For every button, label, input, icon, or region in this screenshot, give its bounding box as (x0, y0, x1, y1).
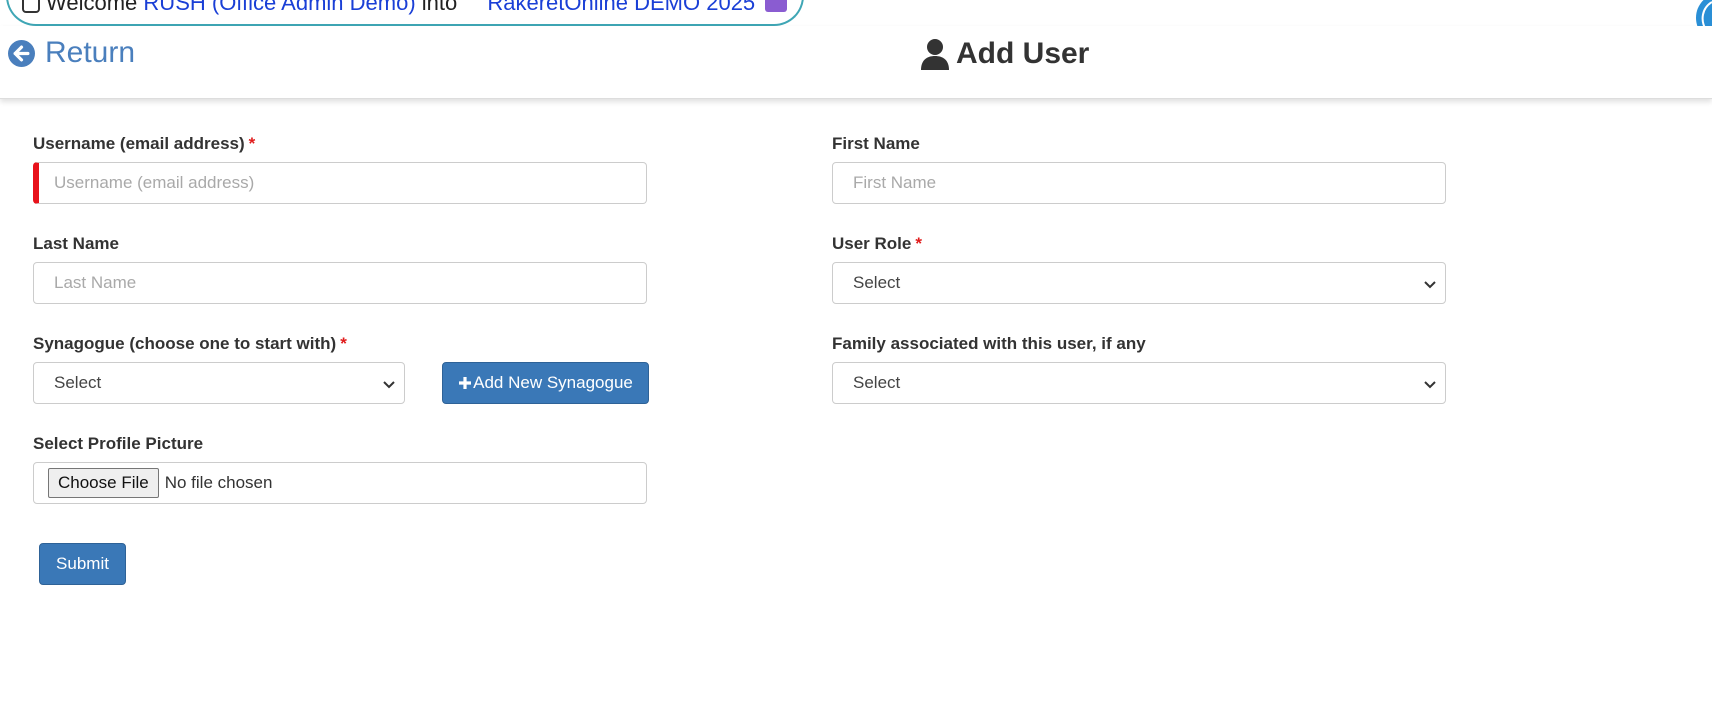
choose-file-button[interactable]: Choose File (48, 468, 159, 498)
last-name-label: Last Name (33, 234, 119, 254)
required-marker: * (248, 134, 256, 153)
user-icon (921, 39, 949, 70)
arrow-left-circle-icon (8, 39, 35, 67)
synagogue-label: Synagogue (choose one to start with) * (33, 334, 347, 354)
return-label: Return (45, 36, 136, 69)
synagogue-label-text: Synagogue (choose one to start with) (33, 334, 337, 353)
profile-picture-label-text: Select Profile Picture (33, 434, 204, 453)
first-name-label-text: First Name (832, 134, 920, 153)
profile-picture-input: Choose File No file chosen (33, 462, 647, 504)
welcome-word: Welcome (46, 0, 138, 15)
required-marker: * (915, 234, 922, 253)
site-name-link[interactable]: RakeretOnline DEMO 2025 (487, 0, 755, 15)
username-label: Username (email address) * (33, 134, 255, 154)
family-selected-value: Select (853, 373, 901, 392)
user-role-label: User Role * (832, 234, 922, 254)
family-label-text: Family associated with this user, if any (832, 334, 1146, 353)
first-name-label: First Name (832, 134, 920, 154)
return-link[interactable]: Return (8, 36, 135, 70)
into-word: into (421, 0, 458, 15)
chevron-down-icon (1424, 281, 1436, 289)
family-label: Family associated with this user, if any (832, 334, 1146, 354)
home-icon[interactable] (22, 0, 40, 14)
add-synagogue-label: Add New Synagogue (473, 373, 633, 392)
last-name-input[interactable] (33, 262, 647, 304)
current-user-link[interactable]: RUSH (Office Admin Demo) (143, 0, 415, 15)
submit-button[interactable]: Submit (39, 543, 126, 585)
welcome-text: Welcome RUSH (Office Admin Demo) into Ra… (22, 0, 788, 16)
username-input[interactable] (33, 162, 647, 204)
synagogue-selected-value: Select (54, 373, 102, 392)
user-role-selected-value: Select (853, 273, 901, 292)
family-select[interactable]: Select (832, 362, 1446, 404)
add-synagogue-button[interactable]: Add New Synagogue (442, 362, 649, 404)
page-title-text: Add User (956, 37, 1090, 70)
chevron-down-icon (383, 381, 395, 389)
username-label-text: Username (email address) (33, 134, 245, 153)
trophy-icon[interactable] (765, 0, 788, 13)
submit-label: Submit (56, 554, 109, 573)
chevron-down-icon (1424, 381, 1436, 389)
page-header: Return Add User (0, 26, 1712, 99)
required-marker: * (340, 334, 347, 353)
plus-icon (459, 377, 472, 389)
file-status: No file chosen (164, 473, 273, 492)
first-name-input[interactable] (832, 162, 1446, 204)
page-title: Add User (920, 36, 1089, 72)
last-name-label-text: Last Name (33, 234, 119, 253)
user-role-label-text: User Role (832, 234, 912, 253)
synagogue-select[interactable]: Select (33, 362, 405, 404)
profile-picture-label: Select Profile Picture (33, 434, 203, 454)
user-role-select[interactable]: Select (832, 262, 1446, 304)
